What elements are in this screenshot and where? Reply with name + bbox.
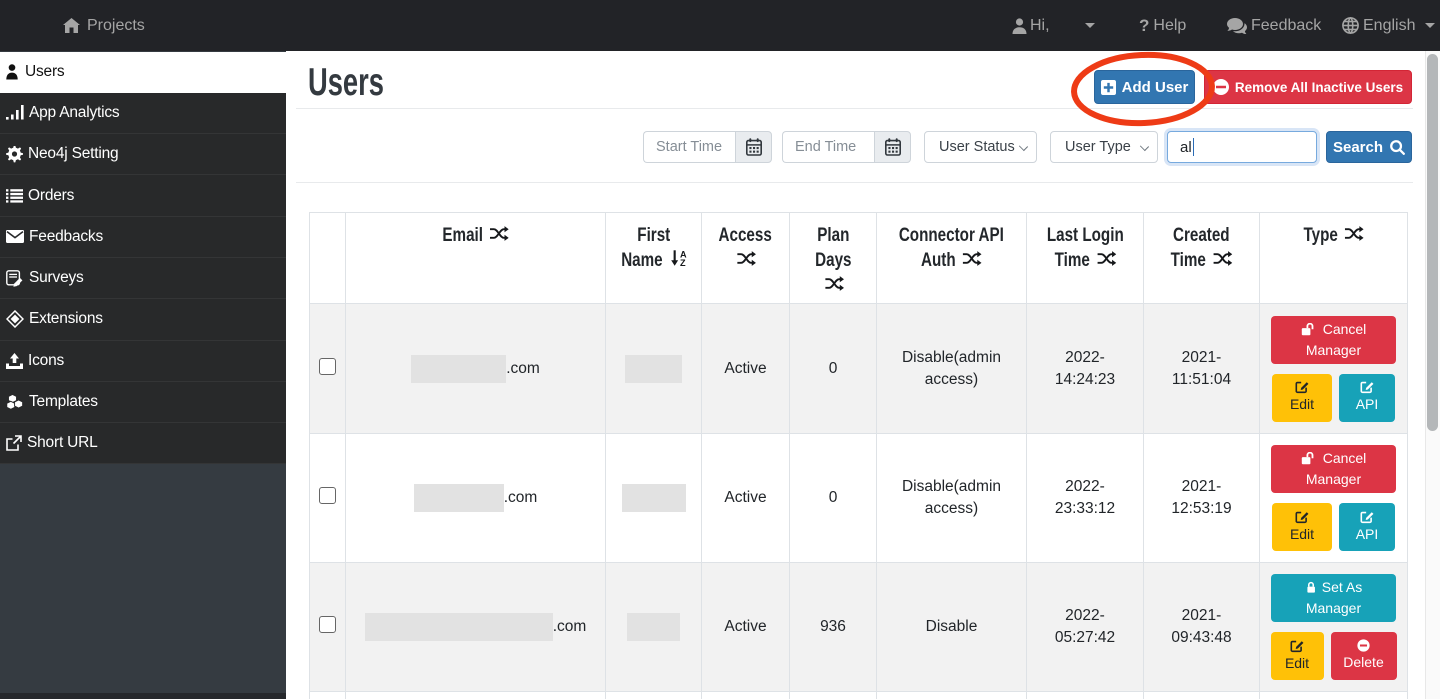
svg-text:Z: Z: [679, 258, 685, 266]
